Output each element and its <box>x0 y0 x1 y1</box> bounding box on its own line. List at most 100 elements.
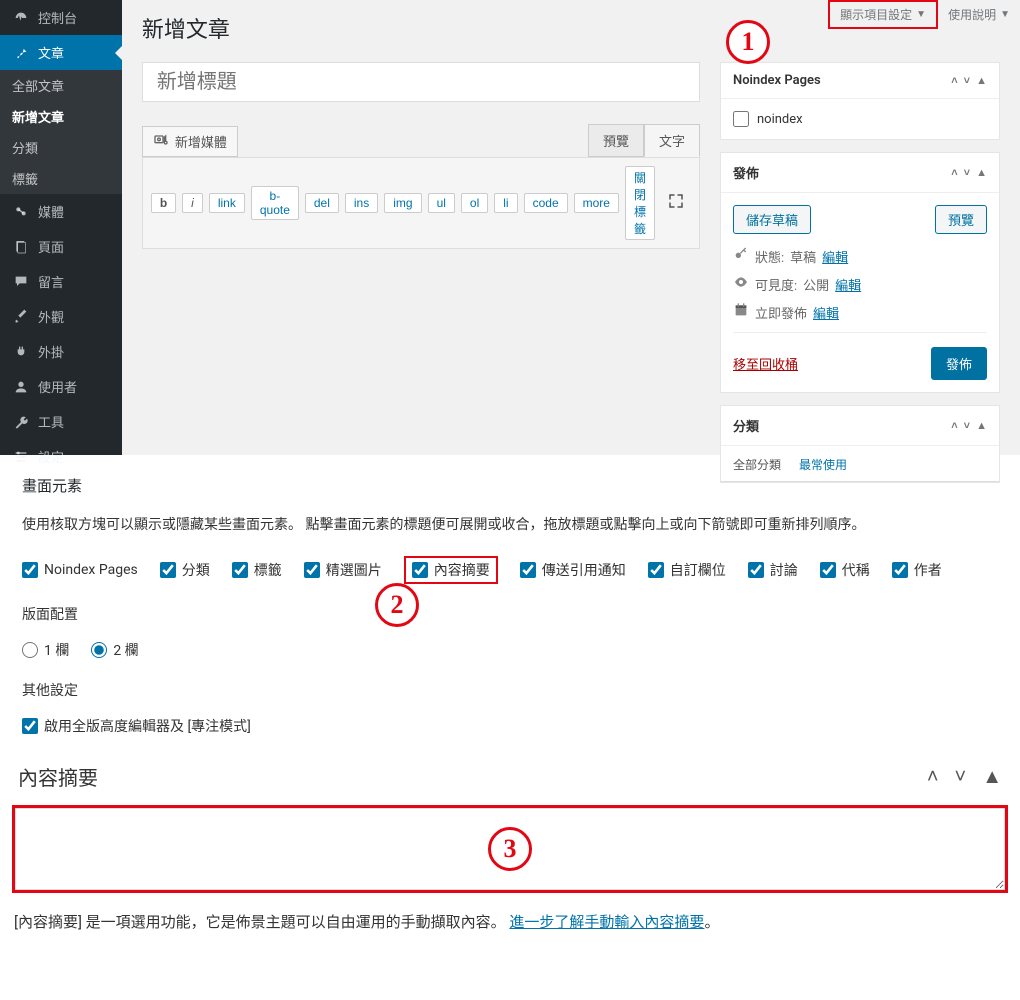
main-content: 顯示項目設定 ▼ 使用說明 ▼ 1 新增文章 <box>122 0 1020 455</box>
caret-up-icon[interactable]: ▲ <box>976 419 987 432</box>
chevron-down-icon[interactable]: ˅ <box>955 764 967 789</box>
quicktag-link[interactable]: link <box>209 193 245 213</box>
chevron-up-icon[interactable]: ˄ <box>951 74 957 87</box>
layout-radio-1[interactable]: 2 欄 <box>91 640 138 660</box>
screenopt-2[interactable]: 標籤 <box>232 560 282 580</box>
quicktag-ol[interactable]: ol <box>461 193 488 213</box>
layout-radio-input-0[interactable] <box>22 642 38 658</box>
editor-tab-visual[interactable]: 預覽 <box>588 124 644 157</box>
screenopt-checkbox-3[interactable] <box>304 562 320 578</box>
excerpt-learn-more-link[interactable]: 進一步了解手動輸入內容摘要 <box>509 913 704 931</box>
screenopt-checkbox-1[interactable] <box>160 562 176 578</box>
sidebar-label: 文章 <box>38 43 64 62</box>
sidebar-item-appearance[interactable]: 外觀 <box>0 299 122 334</box>
quicktag-li[interactable]: li <box>494 193 517 213</box>
user-icon <box>12 378 30 396</box>
chevron-up-icon[interactable]: ˄ <box>927 764 939 789</box>
help-tab[interactable]: 使用說明 ▼ <box>938 0 1020 29</box>
screenopt-4[interactable]: 內容摘要 <box>404 556 498 584</box>
screenopt-7[interactable]: 討論 <box>748 560 798 580</box>
admin-sidebar: 控制台 文章 全部文章 新增文章 分類 標籤 媒體 頁面 <box>0 0 122 455</box>
screenopt-label: 代稱 <box>842 560 870 580</box>
layout-radio-input-1[interactable] <box>91 642 107 658</box>
chevron-down-icon[interactable]: ˅ <box>964 419 970 432</box>
annotation-2: 2 <box>375 583 419 627</box>
screen-options-tab[interactable]: 顯示項目設定 ▼ <box>828 0 938 29</box>
sidebar-item-pages[interactable]: 頁面 <box>0 229 122 264</box>
sidebar-item-comments[interactable]: 留言 <box>0 264 122 299</box>
caret-up-icon[interactable]: ▲ <box>976 74 987 87</box>
excerpt-desc-suffix: 。 <box>704 913 719 931</box>
chevron-up-icon[interactable]: ˄ <box>951 166 957 179</box>
screenopt-checkbox-4[interactable] <box>412 562 428 578</box>
screenopt-checkbox-0[interactable] <box>22 562 38 578</box>
sidebar-label: 使用者 <box>38 377 77 396</box>
noindex-checkbox-row[interactable]: noindex <box>733 111 987 127</box>
chevron-up-icon[interactable]: ˄ <box>951 419 957 432</box>
sidebar-item-plugins[interactable]: 外掛 <box>0 334 122 369</box>
excerpt-desc-text: [內容摘要] 是一項選用功能，它是佈景主題可以自由運用的手動擷取內容。 <box>14 913 506 931</box>
metabox-title: Noindex Pages <box>733 73 821 88</box>
move-to-trash-link[interactable]: 移至回收桶 <box>733 354 798 373</box>
quicktag-b-quote[interactable]: b-quote <box>251 186 299 220</box>
visibility-label: 可見度: <box>755 275 797 294</box>
fullheight-checkbox[interactable] <box>22 718 38 734</box>
sidebar-label: 留言 <box>38 272 64 291</box>
status-value: 草稿 <box>790 247 816 266</box>
chevron-down-icon[interactable]: ˅ <box>964 166 970 179</box>
quicktag-ul[interactable]: ul <box>428 193 455 213</box>
quicktag-b[interactable]: b <box>151 193 176 213</box>
fullheight-checkbox-row[interactable]: 啟用全版高度編輯器及 [專注模式] <box>22 716 998 736</box>
screenopt-checkbox-5[interactable] <box>520 562 536 578</box>
metabox-noindex: Noindex Pages ˄ ˅ ▲ noindex <box>720 62 1000 140</box>
sidebar-sub-tags[interactable]: 標籤 <box>0 163 122 194</box>
sidebar-sub-new-post[interactable]: 新增文章 <box>0 101 122 132</box>
sidebar-item-dashboard[interactable]: 控制台 <box>0 0 122 35</box>
screenopt-checkbox-9[interactable] <box>892 562 908 578</box>
quicktag-ins[interactable]: ins <box>345 193 378 213</box>
fullscreen-icon[interactable] <box>661 192 691 215</box>
sidebar-item-users[interactable]: 使用者 <box>0 369 122 404</box>
screenopt-1[interactable]: 分類 <box>160 560 210 580</box>
caret-down-icon: ▼ <box>1000 9 1010 20</box>
screenopt-6[interactable]: 自訂欄位 <box>648 560 726 580</box>
screenopt-3[interactable]: 精選圖片 <box>304 560 382 580</box>
quicktag-img[interactable]: img <box>384 193 421 213</box>
editor-toolbar: bilink b-quote delinsimgulollicode more 關閉標籤 <box>142 157 700 249</box>
post-title-input[interactable] <box>142 62 700 102</box>
screenopt-checkbox-6[interactable] <box>648 562 664 578</box>
chevron-down-icon[interactable]: ˅ <box>964 74 970 87</box>
sidebar-sub-categories[interactable]: 分類 <box>0 132 122 163</box>
quicktag-more[interactable]: more <box>574 193 619 213</box>
add-media-button[interactable]: 新增媒體 <box>142 126 238 157</box>
sidebar-label: 外掛 <box>38 342 64 361</box>
screenopt-5[interactable]: 傳送引用通知 <box>520 560 626 580</box>
preview-button[interactable]: 預覽 <box>935 205 987 234</box>
publish-button[interactable]: 發佈 <box>931 347 987 380</box>
edit-schedule-link[interactable]: 編輯 <box>813 303 839 322</box>
sidebar-item-media[interactable]: 媒體 <box>0 194 122 229</box>
screenopt-checkbox-7[interactable] <box>748 562 764 578</box>
quicktag-關閉標籤[interactable]: 關閉標籤 <box>625 166 655 240</box>
editor-tab-text[interactable]: 文字 <box>644 124 700 157</box>
edit-visibility-link[interactable]: 編輯 <box>835 275 861 294</box>
quicktag-i[interactable]: i <box>182 193 203 213</box>
quicktag-code[interactable]: code <box>524 193 568 213</box>
metabox-excerpt: 內容摘要 ˄ ˅ ▲ 3 [內容摘要] 是一項選用功能，它是佈景主題可以自由運用… <box>12 756 1008 932</box>
fullheight-label: 啟用全版高度編輯器及 [專注模式] <box>44 716 251 736</box>
screenopt-checkbox-8[interactable] <box>820 562 836 578</box>
sidebar-item-tools[interactable]: 工具 <box>0 404 122 439</box>
caret-up-icon[interactable]: ▲ <box>976 166 987 179</box>
sidebar-sub-all-posts[interactable]: 全部文章 <box>0 70 122 101</box>
noindex-checkbox[interactable] <box>733 111 749 127</box>
screenopt-checkbox-2[interactable] <box>232 562 248 578</box>
layout-radio-0[interactable]: 1 欄 <box>22 640 69 660</box>
screenopt-8[interactable]: 代稱 <box>820 560 870 580</box>
sidebar-item-posts[interactable]: 文章 <box>0 35 122 70</box>
screenopt-9[interactable]: 作者 <box>892 560 942 580</box>
edit-status-link[interactable]: 編輯 <box>822 247 848 266</box>
save-draft-button[interactable]: 儲存草稿 <box>733 205 811 234</box>
caret-up-icon[interactable]: ▲ <box>982 764 1002 789</box>
screenopt-0[interactable]: Noindex Pages <box>22 562 138 578</box>
quicktag-del[interactable]: del <box>305 193 339 213</box>
